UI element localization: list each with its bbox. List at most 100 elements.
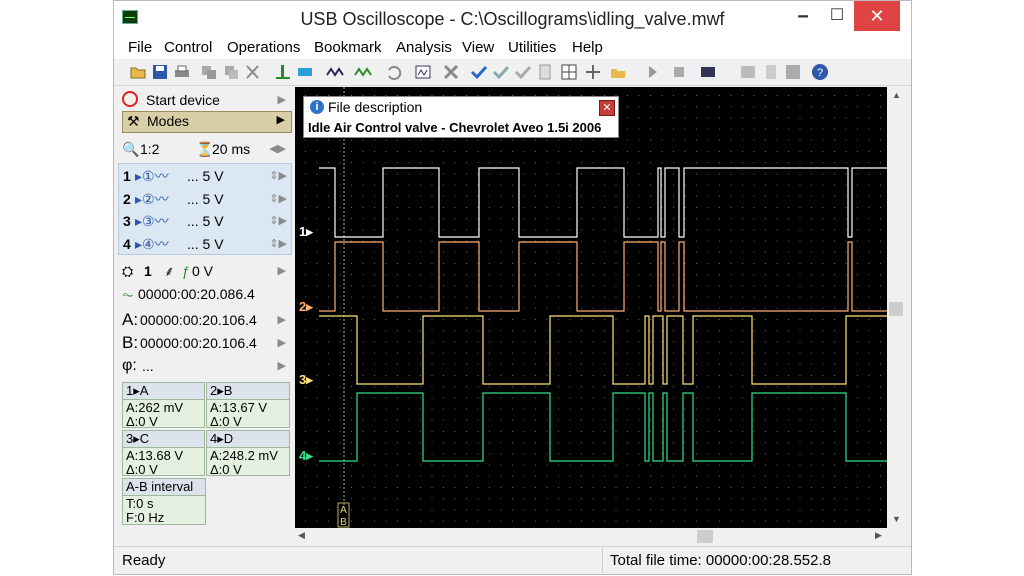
grid-dot	[523, 218, 525, 220]
grid-dot	[627, 442, 628, 444]
bookmark-next-icon[interactable]	[644, 63, 662, 81]
grid-dot	[512, 363, 513, 365]
channel-waveform-icon[interactable]	[326, 63, 344, 81]
undo-icon[interactable]	[384, 63, 402, 81]
channel-row-4[interactable]: 4 ▸④〰 ... 5 V ⇕▶	[119, 233, 293, 255]
menu-control[interactable]: Control	[164, 39, 212, 56]
check-icon[interactable]	[470, 63, 488, 81]
chevron-left-right-icon: ◀▶	[269, 143, 286, 155]
measurement-value: A:13.68 V	[126, 448, 184, 463]
display-settings-icon[interactable]	[699, 63, 717, 81]
menu-help[interactable]: Help	[572, 39, 603, 56]
grid-dot	[661, 117, 663, 119]
measurement-cell-d[interactable]: 4▸D A:248.2 mV Δ:0 V	[206, 430, 290, 477]
grid-dot	[328, 307, 329, 309]
grid-dot	[466, 162, 467, 164]
measurement-cell-a[interactable]: 1▸A A:262 mV Δ:0 V	[122, 382, 205, 429]
document-icon[interactable]	[536, 63, 554, 81]
vertical-scroll-thumb[interactable]	[889, 302, 903, 316]
check-up-icon[interactable]	[514, 63, 532, 81]
horizontal-scroll-thumb[interactable]	[697, 530, 713, 543]
cursor-a-row[interactable]: A: 00000:00:20.106.4 ▶	[118, 309, 292, 331]
cursor-b-row[interactable]: B: 00000:00:20.106.4 ▶	[118, 332, 292, 354]
bookmark-stop-icon[interactable]	[670, 63, 688, 81]
menu-view[interactable]: View	[462, 39, 494, 56]
paste-icon[interactable]	[222, 63, 240, 81]
channel-coupling-icon: ▸③〰	[135, 213, 169, 229]
trigger-icon[interactable]	[274, 63, 292, 81]
grid-dot	[811, 363, 812, 365]
cut-icon[interactable]	[244, 63, 262, 81]
grid-dot	[696, 386, 697, 388]
measurement-cell-c[interactable]: 3▸C A:13.68 V Δ:0 V	[122, 430, 205, 477]
grid-dot	[592, 229, 594, 231]
grid-dot	[592, 162, 594, 164]
waveform-canvas[interactable]: AB1▸2▸3▸4▸	[295, 87, 887, 528]
grid-dot	[316, 431, 318, 432]
grid-dot	[443, 151, 444, 152]
grid-icon[interactable]	[560, 63, 578, 81]
report-icon[interactable]	[762, 63, 780, 81]
grid-dot	[627, 218, 628, 220]
channel-adjust-icon: ⇕▶	[269, 193, 287, 205]
print-icon[interactable]	[173, 63, 191, 81]
menu-operations[interactable]: Operations	[227, 39, 300, 56]
grid-dot	[650, 363, 651, 365]
menu-utilities[interactable]: Utilities	[508, 39, 556, 56]
measurement-cell-b[interactable]: 2▸B A:13.67 V Δ:0 V	[206, 382, 290, 429]
bookmark-folder-icon[interactable]	[609, 63, 627, 81]
scroll-up-icon[interactable]: ▲	[892, 90, 901, 100]
grid-dot	[650, 386, 651, 388]
menu-file[interactable]: File	[128, 39, 152, 56]
channel-row-3[interactable]: 3 ▸③〰 ... 5 V ⇕▶	[119, 210, 293, 232]
channel-row-2[interactable]: 2 ▸②〰 ... 5 V ⇕▶	[119, 188, 293, 210]
help-icon[interactable]: ?	[811, 63, 829, 81]
modes-button[interactable]: ⚒ Modes ▶	[122, 111, 292, 133]
phase-row[interactable]: φ: ... ▶	[118, 355, 292, 377]
scroll-down-icon[interactable]: ▼	[892, 514, 901, 524]
grid-dot	[799, 375, 801, 376]
channel-waveform-2-icon[interactable]	[354, 63, 372, 81]
grid-dot	[661, 363, 663, 365]
grid-dot	[719, 296, 720, 298]
delete-icon[interactable]	[442, 63, 460, 81]
image-icon[interactable]	[739, 63, 757, 81]
menu-analysis[interactable]: Analysis	[396, 39, 452, 56]
grid-dot	[834, 207, 835, 208]
clear-icon[interactable]	[784, 63, 802, 81]
copy-icon[interactable]	[200, 63, 218, 81]
ab-interval-cell[interactable]: A-B interval T:0 s F:0 Hz	[122, 478, 206, 525]
minimize-button[interactable]: 🗕	[786, 1, 820, 31]
grid-dot	[466, 139, 467, 141]
vertical-scrollbar[interactable]: ▲ ▼	[887, 87, 905, 528]
horizontal-scrollbar[interactable]: ◀ ▶	[295, 528, 887, 545]
pan-icon[interactable]	[584, 63, 602, 81]
close-button[interactable]: ✕	[854, 1, 900, 31]
oscillogram-display[interactable]: A B 1▸ 2▸ 3▸ 4▸	[295, 87, 887, 528]
close-icon[interactable]: ✕	[599, 100, 615, 116]
grid-dot	[753, 151, 755, 152]
grid-dot	[431, 431, 433, 432]
grid-dot	[799, 464, 801, 466]
grid-dot	[707, 442, 709, 444]
grid-dot	[477, 296, 479, 298]
trigger-time-row[interactable]: ⏦ 00000:00:20.086.4	[118, 283, 292, 305]
channel-row-1[interactable]: 1 ▸①〰 ... 5 V ⇕▶	[119, 165, 293, 187]
zoom-timebase-row[interactable]: 🔍 1:2 ⏳ 20 ms ◀▶	[118, 138, 292, 160]
grid-dot	[362, 251, 364, 253]
scroll-right-icon[interactable]: ▶	[875, 530, 882, 541]
grid-dot	[753, 386, 755, 388]
menu-bookmark[interactable]: Bookmark	[314, 39, 382, 56]
scroll-left-icon[interactable]: ◀	[298, 530, 305, 541]
maximize-button[interactable]: ☐	[820, 1, 854, 31]
grid-dot	[420, 442, 421, 444]
grid-dot	[477, 431, 479, 432]
trigger-row[interactable]: ⛭ 1 ⸙ ƒ 0 V ▶	[118, 260, 292, 282]
title-bar[interactable]: USB Oscilloscope - C:\Oscillograms\idlin…	[114, 1, 911, 37]
start-device-button[interactable]: Start device ▶	[118, 89, 292, 111]
measure-icon[interactable]	[414, 63, 432, 81]
check-down-icon[interactable]	[492, 63, 510, 81]
save-icon[interactable]	[151, 63, 169, 81]
bus-icon[interactable]	[296, 63, 314, 81]
open-folder-icon[interactable]	[129, 63, 147, 81]
